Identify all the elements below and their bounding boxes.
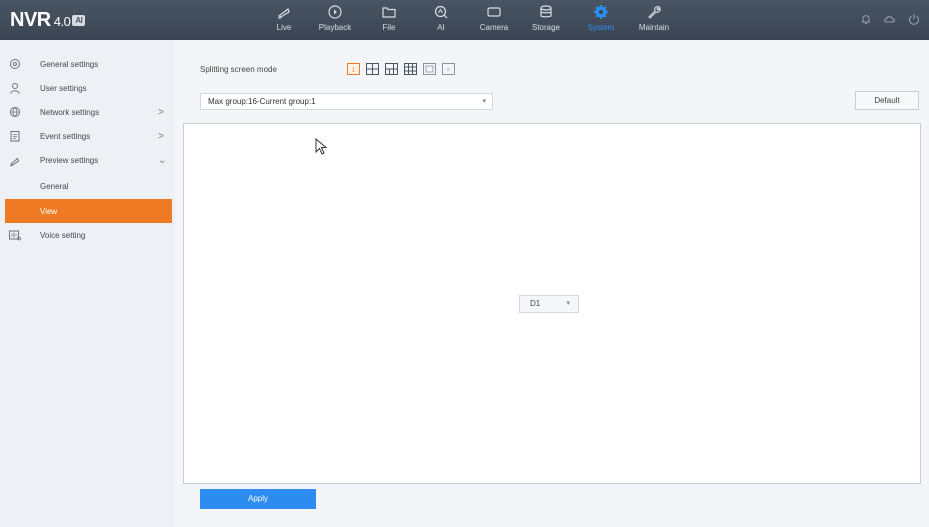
- nav-ai-label: AI: [437, 23, 445, 32]
- nav-live-label: Live: [276, 23, 292, 32]
- gear-icon: [594, 5, 608, 19]
- mouse-cursor-icon: [315, 138, 328, 155]
- nav-playback-label: Playback: [318, 23, 352, 32]
- sidebar-item-preview-settings[interactable]: Preview settings ⌄: [0, 148, 175, 172]
- nav-camera-label: Camera: [479, 23, 509, 32]
- chevron-right-icon: >: [158, 130, 164, 142]
- brand-name: NVR: [10, 9, 51, 31]
- group-select-value: Max group:16-Current group:1: [208, 97, 316, 106]
- clipboard-icon: [10, 131, 20, 142]
- split-custom-icon[interactable]: ≡: [442, 63, 455, 75]
- sidebar-item-label: Network settings: [40, 107, 100, 117]
- nav-camera[interactable]: Camera: [472, 4, 516, 32]
- split-mode-options: 1 ≡: [347, 63, 455, 75]
- sidebar-item-view[interactable]: View: [5, 199, 172, 223]
- nav-maintain[interactable]: Maintain: [632, 4, 676, 32]
- nav-maintain-label: Maintain: [638, 23, 670, 32]
- nav-storage-label: Storage: [531, 23, 561, 32]
- splitting-screen-mode-label: Splitting screen mode: [200, 65, 277, 74]
- folder-icon: [382, 7, 396, 18]
- nav-playback[interactable]: Playback: [313, 4, 357, 32]
- sidebar-item-label: Event settings: [40, 131, 91, 141]
- brand-version: 4.0: [53, 14, 71, 29]
- dropdown-arrow-icon: ▾: [566, 300, 570, 307]
- split-16-icon[interactable]: [423, 63, 436, 75]
- nav-file[interactable]: File: [367, 4, 411, 32]
- split-9-icon[interactable]: [404, 63, 417, 75]
- database-icon: [540, 5, 552, 18]
- bell-icon[interactable]: [859, 12, 873, 26]
- split-1-icon[interactable]: 1: [347, 63, 360, 75]
- apply-button[interactable]: Apply: [200, 489, 316, 509]
- sidebar-item-label: Preview settings: [40, 155, 99, 165]
- sidebar-item-network-settings[interactable]: Network settings >: [0, 100, 175, 124]
- brand-badge: AI: [72, 15, 86, 26]
- split-4-icon[interactable]: [366, 63, 379, 75]
- ai-icon: [434, 5, 448, 19]
- nav-system[interactable]: System: [579, 4, 623, 32]
- sidebar-item-label: General: [40, 181, 69, 191]
- sidebar-item-label: View: [40, 206, 58, 216]
- preview-icon: [10, 157, 20, 166]
- nav-ai[interactable]: AI: [419, 4, 463, 32]
- sidebar-item-voice-setting[interactable]: Voice setting: [0, 223, 175, 247]
- power-icon[interactable]: [907, 12, 921, 26]
- camera-icon: [487, 7, 501, 17]
- globe-icon: [10, 107, 20, 118]
- svg-text:≡: ≡: [447, 67, 450, 73]
- chevron-right-icon: >: [158, 106, 164, 118]
- group-select[interactable]: Max group:16-Current group:1 ▾: [200, 93, 493, 110]
- channel-select-value: D1: [530, 299, 541, 308]
- settings-circle-icon: [10, 59, 20, 69]
- channel-select[interactable]: D1 ▾: [519, 295, 579, 313]
- split-6-icon[interactable]: [385, 63, 398, 75]
- brand-logo: NVR 4.0 AI: [10, 9, 86, 32]
- sidebar-item-label: User settings: [40, 83, 87, 93]
- sidebar-item-label: General settings: [40, 59, 99, 69]
- nav-live[interactable]: Live: [262, 4, 306, 32]
- default-button[interactable]: Default: [855, 91, 919, 110]
- sidebar-item-general-settings[interactable]: General settings: [0, 52, 175, 76]
- voice-icon: [9, 230, 21, 241]
- chevron-down-icon: ⌄: [158, 154, 167, 166]
- live-icon: [277, 8, 290, 19]
- nav-storage[interactable]: Storage: [524, 4, 568, 32]
- nav-system-label: System: [587, 23, 615, 32]
- cloud-icon[interactable]: [883, 12, 897, 26]
- nav-file-label: File: [382, 23, 396, 32]
- sidebar: General settings User settings Network s…: [0, 40, 175, 527]
- dropdown-arrow-icon: ▾: [482, 98, 486, 105]
- top-right-controls: [859, 12, 921, 26]
- sidebar-item-event-settings[interactable]: Event settings >: [0, 124, 175, 148]
- sidebar-item-user-settings[interactable]: User settings: [0, 76, 175, 100]
- top-bar: NVR 4.0 AI Live Playback File AI Camera St…: [0, 0, 929, 40]
- user-icon: [10, 83, 20, 94]
- sidebar-item-label: Voice setting: [40, 230, 86, 240]
- wrench-icon: [648, 6, 661, 19]
- playback-icon: [328, 5, 342, 19]
- sidebar-item-general[interactable]: General: [0, 174, 175, 198]
